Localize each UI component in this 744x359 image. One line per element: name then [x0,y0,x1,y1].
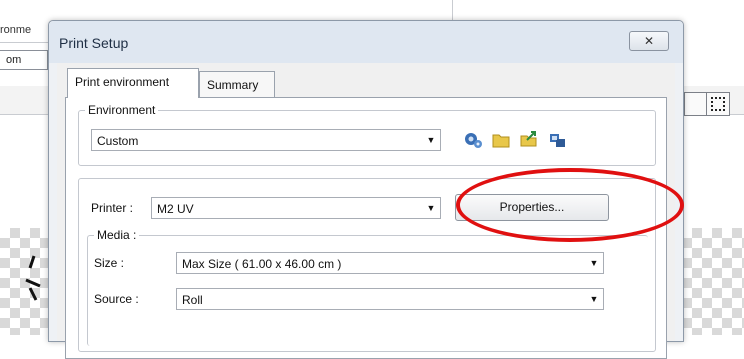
environment-select[interactable]: Custom ▼ [91,129,441,151]
printer-value: M2 UV [157,202,194,216]
tab-label: Print environment [75,75,170,89]
background-field[interactable]: om [0,50,48,70]
network-icon[interactable] [547,130,567,150]
close-icon: ✕ [643,34,655,48]
folder-icon[interactable] [491,130,511,150]
media-legend: Media : [94,228,140,242]
dialog-titlebar[interactable]: Print Setup ✕ [49,21,683,63]
open-folder-icon[interactable] [519,130,539,150]
size-value: Max Size ( 61.00 x 46.00 cm ) [182,257,342,271]
tab-label: Summary [207,78,259,92]
background-divider [0,42,48,43]
tab-summary[interactable]: Summary [199,71,275,97]
close-button[interactable]: ✕ [629,31,669,51]
dialog-title: Print Setup [59,35,129,51]
canvas-mark [25,255,41,301]
selection-tool-button[interactable] [706,92,730,116]
size-label: Size : [94,256,125,270]
properties-button[interactable]: Properties... [455,194,609,221]
print-setup-dialog: Print Setup ✕ Print environment Summary … [48,20,684,359]
chevron-down-icon[interactable]: ▼ [585,253,603,273]
settings-icon[interactable] [463,130,483,150]
background-label: ronme [0,24,32,36]
tab-panel: Environment Custom ▼ Printer: M2 UV ▼ P… [65,97,667,359]
dialog-client: Print environment Summary Environment Cu… [57,63,675,359]
environment-legend: Environment [85,103,159,117]
environment-value: Custom [97,134,139,148]
canvas-right [682,228,744,335]
chevron-down-icon[interactable]: ▼ [422,130,440,150]
selection-icon [711,97,725,111]
source-value: Roll [182,293,203,307]
media-group: Media : Size : Max Size ( 61.00 x 46.00 … [87,228,648,346]
source-label: Source : [94,292,139,306]
printer-label: Printer : [91,201,134,215]
chevron-down-icon[interactable]: ▼ [585,289,603,309]
background-divider-vertical [452,0,453,20]
toolbar-button[interactable] [684,92,708,116]
canvas-left [0,228,48,335]
source-select[interactable]: Roll ▼ [176,288,604,310]
environment-group: Environment Custom ▼ [78,103,656,166]
printer-group: Printer : M2 UV ▼ Properties... Media : … [78,178,656,352]
size-select[interactable]: Max Size ( 61.00 x 46.00 cm ) ▼ [176,252,604,274]
chevron-down-icon[interactable]: ▼ [422,198,440,218]
printer-select[interactable]: M2 UV ▼ [151,197,441,219]
tab-print-environment[interactable]: Print environment [67,68,199,98]
